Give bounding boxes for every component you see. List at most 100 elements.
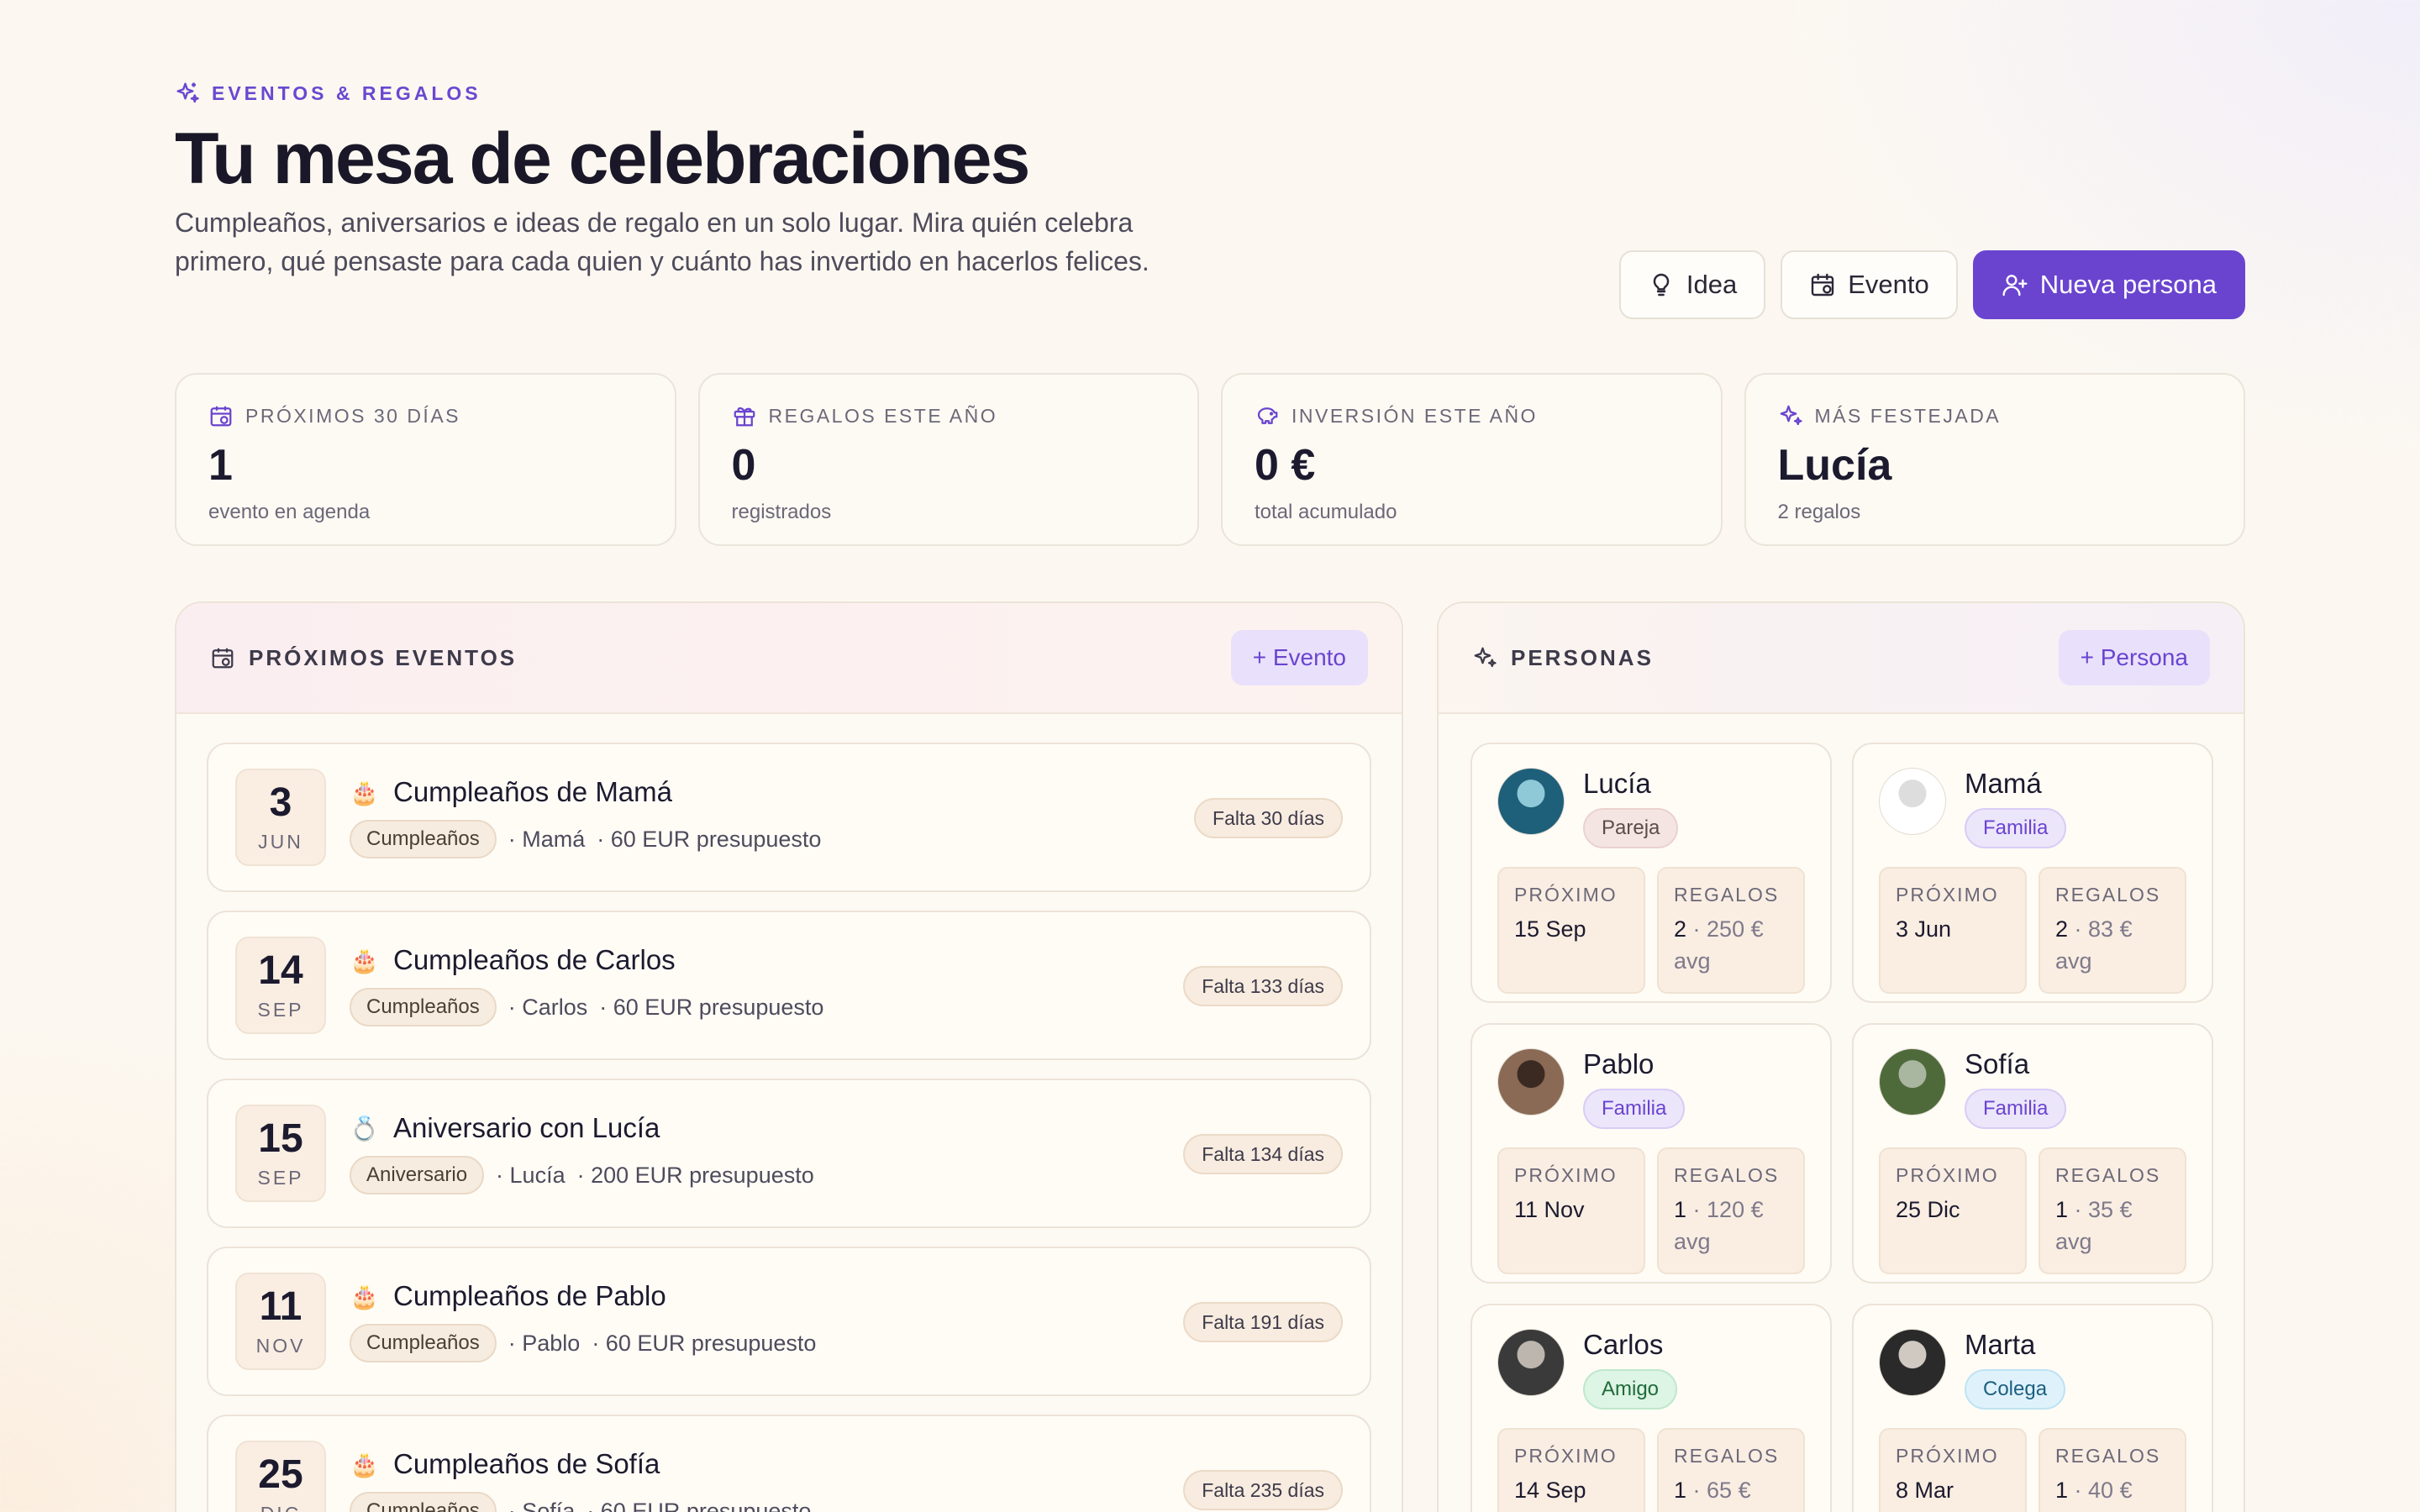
- stat-card-upcoming: PRÓXIMOS 30 DÍAS 1 evento en agenda: [175, 373, 676, 546]
- next-date: 15 Sep: [1514, 916, 1586, 942]
- person-header: Mamá Familia: [1879, 768, 2186, 848]
- event-card[interactable]: 14 SEP 🎂 Cumpleaños de Carlos Cumpleaños…: [207, 911, 1371, 1060]
- gifts-value: 1 · 120 € avg: [1674, 1194, 1788, 1257]
- gifts-label: REGALOS: [2055, 884, 2161, 906]
- ring-icon: 💍: [350, 1115, 379, 1142]
- person-card[interactable]: Lucía Pareja PRÓXIMO 15 Sep REGALOS 2 · …: [1470, 743, 1832, 1003]
- event-day: 25: [258, 1452, 303, 1497]
- gifts-label: REGALOS: [1674, 1445, 1780, 1467]
- gifts-count: 2: [2055, 916, 2069, 942]
- event-month: NOV: [255, 1334, 306, 1357]
- event-card[interactable]: 25 DIC 🎂 Cumpleaños de Sofía Cumpleaños …: [207, 1415, 1371, 1512]
- piggy-bank-icon: [1257, 407, 1278, 424]
- next-date-box: PRÓXIMO 15 Sep: [1497, 867, 1645, 994]
- event-date: 11 NOV: [235, 1273, 326, 1370]
- cake-icon: 🎂: [350, 779, 379, 806]
- person-stats: PRÓXIMO 11 Nov REGALOS 1 · 120 € avg: [1497, 1147, 1805, 1274]
- gifts-label: REGALOS: [2055, 1445, 2161, 1467]
- next-date: 8 Mar: [1896, 1478, 1954, 1503]
- relation-badge: Colega: [1965, 1369, 2066, 1410]
- event-person: · Carlos: [508, 994, 588, 1020]
- event-card[interactable]: 11 NOV 🎂 Cumpleaños de Pablo Cumpleaños …: [207, 1247, 1371, 1396]
- event-countdown-badge: Falta 235 días: [1183, 1470, 1343, 1510]
- event-button-label: Evento: [1848, 270, 1929, 299]
- person-card[interactable]: Marta Colega PRÓXIMO 8 Mar REGALOS 1 · 4…: [1852, 1304, 2213, 1512]
- gifts-count: 2: [1674, 916, 1687, 942]
- relation-badge: Familia: [1965, 1089, 2067, 1129]
- event-card[interactable]: 3 JUN 🎂 Cumpleaños de Mamá Cumpleaños · …: [207, 743, 1371, 892]
- event-title: Cumpleaños de Pablo: [393, 1280, 666, 1311]
- stat-label-text: REGALOS ESTE AÑO: [768, 404, 998, 427]
- next-label: PRÓXIMO: [1514, 1445, 1618, 1467]
- people-panel: PERSONAS + Persona Lucía Pareja PRÓXIMO …: [1437, 601, 2245, 1512]
- event-date: 15 SEP: [235, 1105, 326, 1202]
- event-date: 14 SEP: [235, 937, 326, 1034]
- gifts-value: 2 · 83 € avg: [2055, 913, 2170, 977]
- next-date-box: PRÓXIMO 3 Jun: [1879, 867, 2027, 994]
- idea-button-label: Idea: [1686, 270, 1738, 299]
- stat-sub: evento en agenda: [208, 501, 371, 523]
- event-person: · Mamá: [508, 826, 586, 852]
- person-card[interactable]: Sofía Familia PRÓXIMO 25 Dic REGALOS 1 ·…: [1852, 1023, 2213, 1284]
- next-date-box: PRÓXIMO 14 Sep: [1497, 1428, 1645, 1512]
- event-person: · Pablo: [508, 1330, 581, 1356]
- event-meta: Cumpleaños · Sofía · 60 EUR presupuesto: [350, 1492, 811, 1512]
- event-month: DIC: [260, 1503, 302, 1512]
- person-name: Sofía: [1965, 1048, 2030, 1079]
- event-month: SEP: [257, 998, 304, 1021]
- page-title: Tu mesa de celebraciones: [175, 118, 1030, 199]
- event-title: Cumpleaños de Sofía: [393, 1448, 660, 1479]
- person-stats: PRÓXIMO 25 Dic REGALOS 1 · 35 € avg: [1879, 1147, 2186, 1274]
- person-info: Pablo Familia: [1583, 1048, 1686, 1129]
- cake-icon: 🎂: [350, 947, 379, 974]
- stat-label-text: INVERSIÓN ESTE AÑO: [1292, 404, 1538, 427]
- eyebrow: EVENTOS & REGALOS: [175, 81, 481, 106]
- event-card[interactable]: 15 SEP 💍 Aniversario con Lucía Aniversar…: [207, 1079, 1371, 1228]
- event-title-row: 💍 Aniversario con Lucía: [350, 1112, 814, 1144]
- event-body: 💍 Aniversario con Lucía Aniversario · Lu…: [350, 1112, 814, 1194]
- gifts-value: 1 · 40 € avg: [2055, 1474, 2170, 1512]
- event-budget: · 200 EUR presupuesto: [576, 1162, 814, 1188]
- page-subtitle: Cumpleaños, aniversarios e ideas de rega…: [175, 207, 1150, 276]
- new-person-button[interactable]: Nueva persona: [1972, 250, 2245, 319]
- event-button[interactable]: Evento: [1781, 250, 1958, 319]
- event-title-row: 🎂 Cumpleaños de Mamá: [350, 776, 821, 808]
- add-event-button[interactable]: + Evento: [1230, 630, 1368, 685]
- event-body: 🎂 Cumpleaños de Carlos Cumpleaños · Carl…: [350, 944, 823, 1026]
- gifts-box: REGALOS 1 · 120 € avg: [1657, 1147, 1805, 1274]
- stat-sub: 2 regalos: [1777, 501, 1861, 523]
- next-date: 11 Nov: [1514, 1197, 1585, 1222]
- person-card[interactable]: Carlos Amigo PRÓXIMO 14 Sep REGALOS 1 · …: [1470, 1304, 1832, 1512]
- new-person-button-label: Nueva persona: [2039, 270, 2217, 299]
- avatar: [1497, 768, 1565, 835]
- stat-card-gifts: REGALOS ESTE AÑO 0 registrados: [697, 373, 1199, 546]
- event-type-tag: Cumpleaños: [350, 820, 497, 858]
- event-meta: Aniversario · Lucía · 200 EUR presupuest…: [350, 1156, 814, 1194]
- event-date: 25 DIC: [235, 1441, 326, 1512]
- stat-label: REGALOS ESTE AÑO: [732, 403, 1166, 428]
- calendar-clock-icon: [212, 648, 234, 669]
- panel-title: PRÓXIMOS EVENTOS: [210, 645, 517, 671]
- add-person-button[interactable]: + Persona: [2058, 630, 2210, 685]
- person-card[interactable]: Mamá Familia PRÓXIMO 3 Jun REGALOS 2 · 8…: [1852, 743, 2213, 1003]
- gifts-box: REGALOS 1 · 40 € avg: [2039, 1428, 2186, 1512]
- person-name: Marta: [1965, 1329, 2036, 1360]
- person-info: Marta Colega: [1965, 1329, 2066, 1410]
- gifts-label: REGALOS: [1674, 884, 1780, 906]
- panel-header: PERSONAS + Persona: [1439, 603, 2244, 714]
- stats-row: PRÓXIMOS 30 DÍAS 1 evento en agenda REGA…: [175, 373, 2245, 546]
- next-label: PRÓXIMO: [1896, 1445, 1999, 1467]
- person-header: Sofía Familia: [1879, 1048, 2186, 1129]
- panel-title-text: PERSONAS: [1511, 644, 1654, 670]
- idea-button[interactable]: Idea: [1618, 250, 1766, 319]
- event-title-row: 🎂 Cumpleaños de Sofía: [350, 1448, 811, 1480]
- upcoming-events-panel: PRÓXIMOS EVENTOS + Evento 3 JUN 🎂 Cumple…: [175, 601, 1403, 1512]
- person-card[interactable]: Pablo Familia PRÓXIMO 11 Nov REGALOS 1 ·…: [1470, 1023, 1832, 1284]
- person-info: Sofía Familia: [1965, 1048, 2067, 1129]
- avatar: [1879, 1048, 1946, 1116]
- event-body: 🎂 Cumpleaños de Mamá Cumpleaños · Mamá ·…: [350, 776, 821, 858]
- person-info: Lucía Pareja: [1583, 768, 1679, 848]
- relation-badge: Familia: [1583, 1089, 1686, 1129]
- gifts-value: 1 · 35 € avg: [2055, 1194, 2170, 1257]
- event-person: · Lucía: [496, 1162, 566, 1188]
